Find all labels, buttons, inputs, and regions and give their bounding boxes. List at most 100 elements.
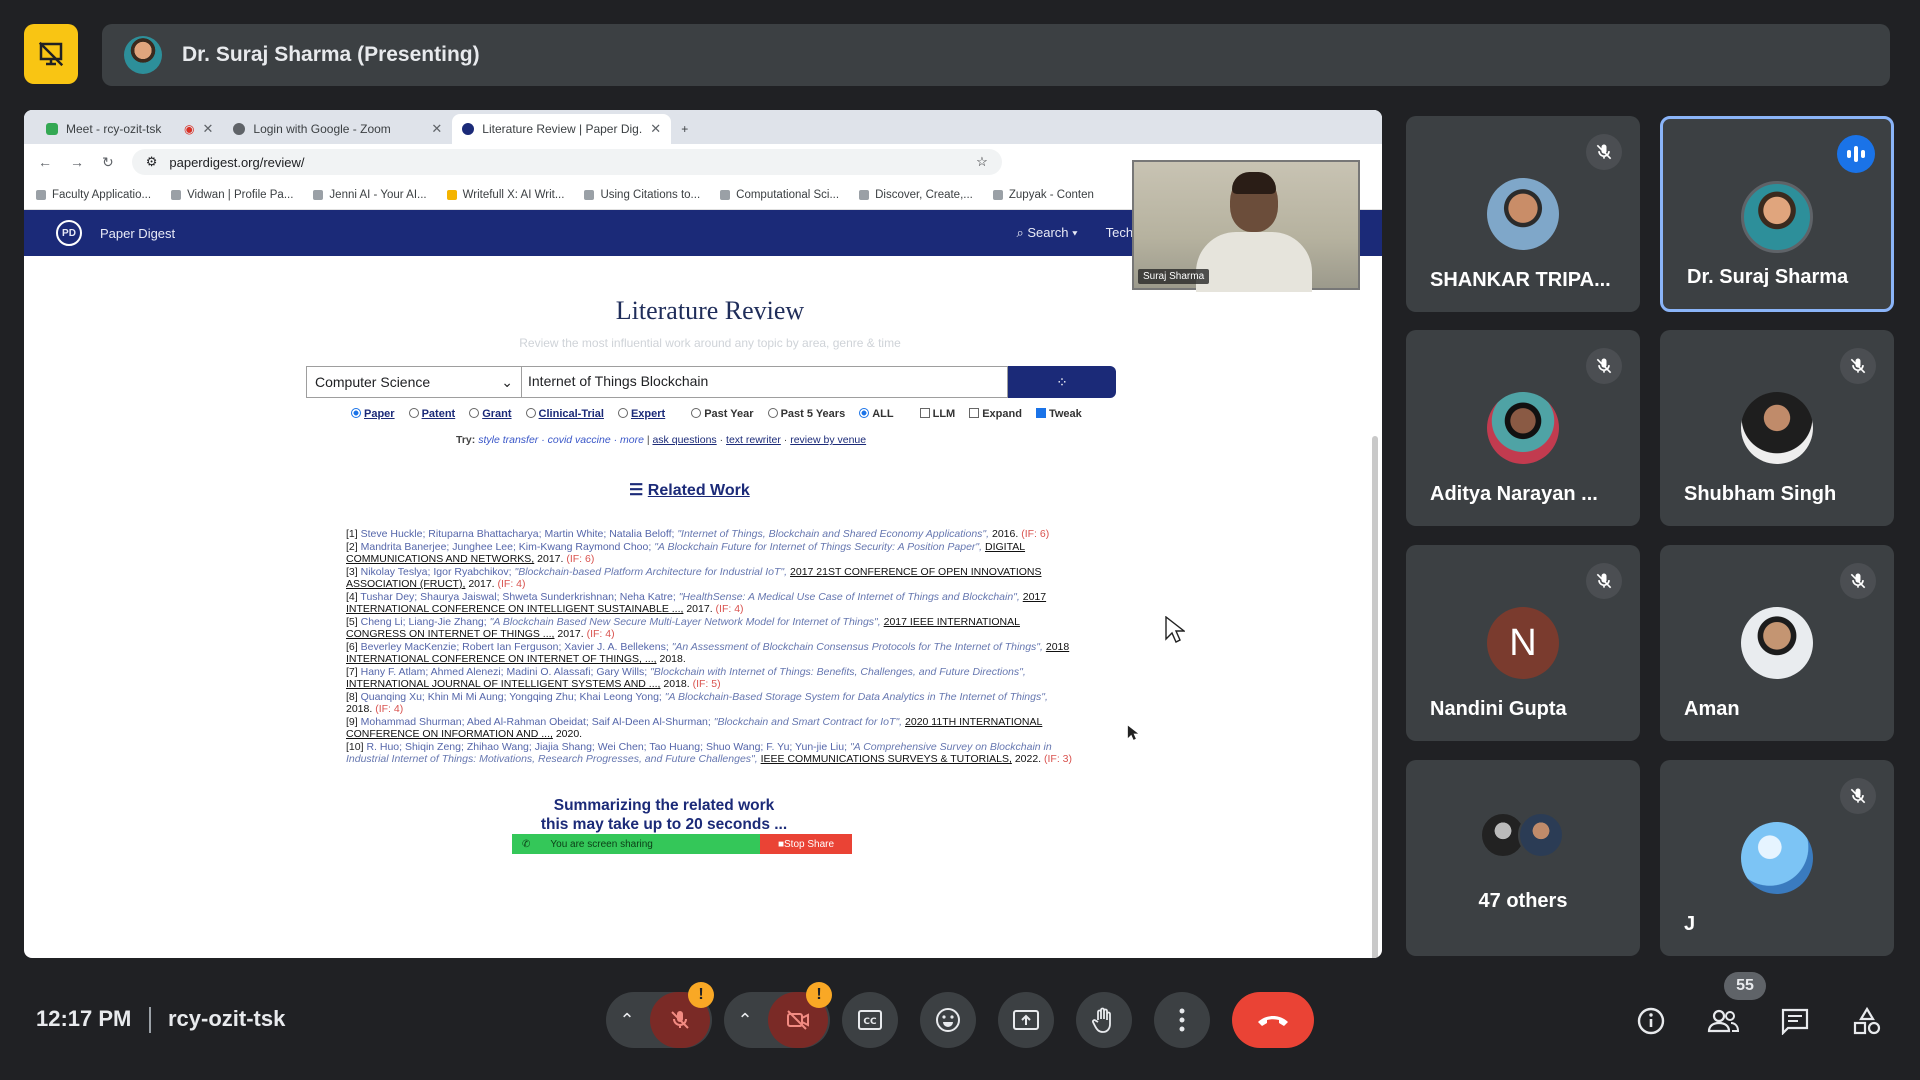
reference-year: 2018.: [659, 653, 686, 665]
option-label: Clinical-Trial: [538, 408, 604, 420]
reference-number: [5]: [346, 615, 358, 628]
reference-title[interactable]: "A Blockchain-Based Storage System for D…: [665, 691, 1048, 703]
reference-title[interactable]: "A Blockchain Future for Internet of Thi…: [654, 541, 982, 553]
tab-label: Login with Google - Zoom: [253, 122, 391, 136]
people-button[interactable]: [1702, 1000, 1744, 1042]
participant-tile-active-speaker[interactable]: Dr. Suraj Sharma: [1660, 116, 1894, 312]
option-clinical[interactable]: Clinical-Trial: [525, 408, 604, 420]
reference-title[interactable]: "An Assessment of Blockchain Consensus P…: [672, 641, 1043, 653]
close-icon[interactable]: ✕: [431, 121, 442, 137]
option-all[interactable]: ALL: [859, 408, 894, 420]
reference-venue[interactable]: IEEE COMMUNICATIONS SURVEYS & TUTORIALS,: [761, 753, 1012, 765]
reference-year: 2018.: [663, 678, 690, 690]
stop-share-button[interactable]: ■ Stop Share: [760, 834, 852, 854]
bookmark[interactable]: Vidwan | Profile Pa...: [171, 189, 293, 201]
site-info-icon[interactable]: ⚙: [146, 154, 158, 170]
tab-zoom[interactable]: Login with Google - Zoom ✕: [223, 114, 452, 144]
participant-tile[interactable]: Aman: [1660, 545, 1894, 741]
mic-options-chevron-icon[interactable]: ⌃: [606, 1010, 648, 1031]
bookmark[interactable]: Discover, Create,...: [859, 189, 973, 201]
reference-year: 2020.: [555, 728, 583, 740]
participant-tile[interactable]: SHANKAR TRIPA...: [1406, 116, 1640, 312]
reference-venue[interactable]: INTERNATIONAL JOURNAL OF INTELLIGENT SYS…: [346, 678, 660, 690]
option-llm[interactable]: LLM: [919, 408, 955, 420]
search-icon: ⌕: [1016, 225, 1028, 240]
presentation-off-button[interactable]: [24, 24, 78, 84]
tab-meet[interactable]: Meet - rcy-ozit-tsk ◉ ✕: [36, 114, 223, 144]
bookmark[interactable]: Using Citations to...: [584, 189, 700, 201]
forward-icon[interactable]: →: [70, 154, 84, 170]
search-form: Computer Science ⌄ Internet of Things Blo…: [306, 366, 1116, 398]
reference-authors: Nikolay Teslya; Igor Ryabchikov;: [360, 565, 512, 578]
option-past-5[interactable]: Past 5 Years: [767, 408, 845, 420]
reference-authors: Cheng Li; Liang-Jie Zhang;: [360, 615, 487, 628]
review-by-venue-link[interactable]: review by venue: [790, 434, 866, 446]
search-input[interactable]: Internet of Things Blockchain: [522, 366, 1008, 398]
activities-button[interactable]: [1846, 1000, 1888, 1042]
mic-toggle-button[interactable]: !: [650, 982, 714, 1048]
scrollbar[interactable]: [1372, 436, 1378, 958]
present-button[interactable]: [998, 992, 1054, 1048]
bookmark-label: Discover, Create,...: [875, 188, 973, 201]
back-icon[interactable]: ←: [38, 154, 52, 170]
reactions-button[interactable]: [920, 992, 976, 1048]
text-rewriter-link[interactable]: text rewriter: [726, 434, 781, 446]
participant-tile[interactable]: Aditya Narayan ...: [1406, 330, 1640, 526]
address-bar[interactable]: ⚙ paperdigest.org/review/ ☆: [131, 149, 1002, 175]
option-patent[interactable]: Patent: [408, 408, 455, 420]
leave-call-button[interactable]: [1232, 992, 1314, 1048]
ask-questions-link[interactable]: ask questions: [652, 434, 716, 446]
option-expert[interactable]: Expert: [617, 408, 665, 420]
reference-item: [10] R. Huo; Shiqin Zeng; Zhihao Wang; J…: [346, 741, 1074, 766]
bookmark[interactable]: Faculty Applicatio...: [36, 189, 151, 201]
participant-tile-others[interactable]: 47 others: [1406, 760, 1640, 956]
new-tab-button[interactable]: +: [671, 114, 698, 144]
folder-icon: [446, 189, 457, 200]
bookmark-label: Vidwan | Profile Pa...: [187, 188, 294, 201]
more-options-button[interactable]: [1154, 992, 1210, 1048]
option-grant[interactable]: Grant: [469, 408, 512, 420]
camera-options-chevron-icon[interactable]: ⌃: [724, 1010, 766, 1031]
meeting-details-button[interactable]: [1630, 1000, 1672, 1042]
reference-title[interactable]: "Blockchain with Internet of Things: Ben…: [650, 666, 1026, 678]
option-past-year[interactable]: Past Year: [691, 408, 754, 420]
option-paper[interactable]: Paper: [351, 408, 395, 420]
participant-tile[interactable]: Shubham Singh: [1660, 330, 1894, 526]
cursor-icon: [1165, 616, 1185, 643]
try-prefix: Try:: [456, 434, 476, 446]
reference-title[interactable]: "HealthSense: A Medical Use Case of Inte…: [679, 591, 1020, 603]
site-brand[interactable]: Paper Digest: [100, 226, 175, 241]
bookmark[interactable]: Zupyak - Conten: [992, 189, 1094, 201]
reference-title[interactable]: "Internet of Things, Blockchain and Shar…: [677, 528, 989, 540]
bookmark[interactable]: Writefull X: AI Writ...: [446, 189, 564, 201]
nav-search[interactable]: ⌕ Search ▾: [1016, 225, 1077, 241]
camera-toggle-button[interactable]: !: [768, 982, 832, 1048]
reference-title[interactable]: "Blockchain-based Platform Architecture …: [514, 566, 787, 578]
reference-title[interactable]: "A Blockchain Based New Secure Multi-Lay…: [490, 616, 881, 628]
reload-icon[interactable]: ↻: [102, 154, 114, 171]
option-expand[interactable]: Expand: [969, 408, 1022, 420]
search-button[interactable]: ⁘: [1008, 366, 1116, 398]
bookmark[interactable]: Computational Sci...: [720, 189, 839, 201]
bookmark-label: Faculty Applicatio...: [52, 188, 152, 201]
participant-name: Aditya Narayan ...: [1430, 483, 1598, 505]
participant-tile[interactable]: J: [1660, 760, 1894, 956]
present-screen-icon: [1013, 1010, 1039, 1030]
star-icon[interactable]: ☆: [976, 154, 988, 170]
tab-literature-review[interactable]: Literature Review | Paper Dig... ✕: [452, 114, 672, 144]
category-select[interactable]: Computer Science ⌄: [306, 366, 522, 398]
close-icon[interactable]: ✕: [202, 121, 213, 137]
option-tweak[interactable]: Tweak: [1035, 408, 1082, 420]
chat-button[interactable]: [1774, 1000, 1816, 1042]
participant-tile[interactable]: N Nandini Gupta: [1406, 545, 1640, 741]
raise-hand-button[interactable]: [1076, 992, 1132, 1048]
try-example-links[interactable]: style transfer · covid vaccine · more: [478, 434, 644, 446]
bookmark[interactable]: Jenni AI - Your AI...: [313, 189, 427, 201]
captions-button[interactable]: CC: [842, 992, 898, 1048]
warning-icon: !: [688, 982, 714, 1008]
close-icon[interactable]: ✕: [650, 121, 661, 137]
paperdigest-logo-icon[interactable]: PD: [56, 220, 82, 246]
speaking-icon: [1837, 135, 1875, 173]
reference-title[interactable]: "Blockchain and Smart Contract for IoT",: [714, 716, 902, 728]
divider: [149, 1007, 151, 1033]
